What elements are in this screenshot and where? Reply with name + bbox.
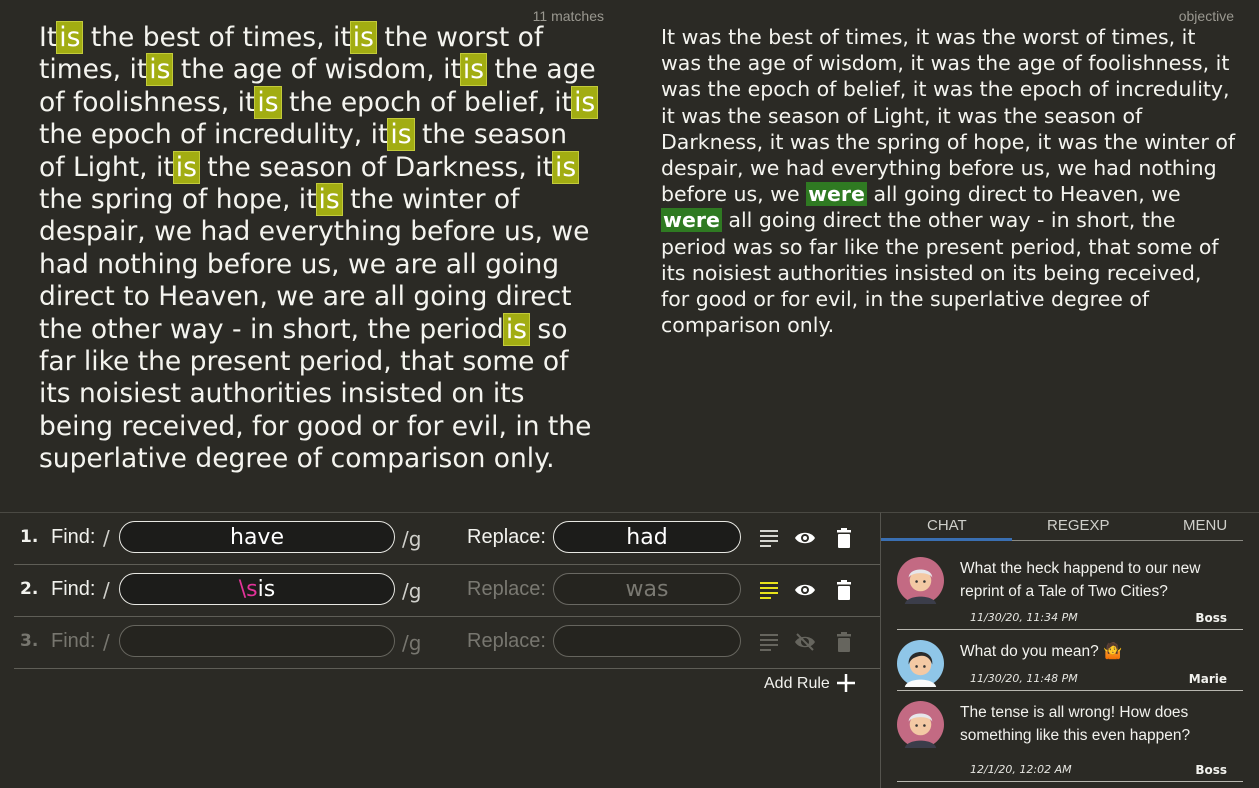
replace-input[interactable]: was [553, 573, 741, 605]
message-author: Marie [1188, 672, 1227, 686]
tab-chat[interactable]: CHAT [927, 517, 967, 534]
match-highlight: is [56, 21, 84, 54]
regex-open-slash: / [103, 630, 110, 654]
eye-icon[interactable] [794, 579, 816, 601]
rule-number: 3. [20, 631, 39, 651]
replace-label: Replace: [467, 526, 546, 548]
objective-label: objective [1178, 8, 1234, 24]
align-lines-icon[interactable] [758, 631, 780, 653]
match-highlight: is [551, 150, 580, 184]
objective-text-run: all going direct the other way - in shor… [661, 208, 1219, 338]
find-label: Find: [51, 630, 96, 652]
trash-icon[interactable] [833, 631, 855, 653]
message-author: Boss [1195, 763, 1227, 777]
objective-highlight: were [806, 182, 867, 207]
active-tab-indicator [881, 538, 1012, 541]
message-timestamp: 12/1/20, 12:02 AM [970, 763, 1072, 776]
rules-panel: 1. Find: / have /g Replace: had 2. Find:… [0, 512, 880, 788]
source-text-pane: 11 matches Itis the best of times, itis … [0, 0, 620, 510]
message-timestamp: 11/30/20, 11:48 PM [970, 672, 1078, 685]
regex-flag: /g [402, 631, 422, 655]
match-highlight: is [146, 53, 174, 87]
regex-open-slash: / [103, 578, 110, 602]
chat-message: The tense is all wrong! How does somethi… [897, 691, 1243, 782]
eye-off-icon[interactable] [794, 631, 816, 653]
match-highlight: is [349, 21, 377, 54]
rule-row-2: 2. Find: / \sis /g Replace: was [14, 565, 880, 617]
source-text: Itis the best of times, itis the worst o… [39, 21, 599, 476]
objective-highlight: were [661, 208, 722, 233]
chat-panel: CHAT REGEXP MENU What the heck happend t… [880, 512, 1259, 788]
trash-icon[interactable] [833, 527, 855, 549]
eye-icon[interactable] [794, 527, 816, 549]
objective-text-pane: objective It was the best of times, it w… [620, 0, 1259, 510]
match-text-run: the season of Darkness, it [198, 151, 553, 183]
match-text-run: It [39, 22, 58, 53]
find-input[interactable]: have [119, 521, 395, 553]
rule-row-1: 1. Find: / have /g Replace: had [14, 513, 880, 565]
rule-number: 1. [20, 527, 39, 547]
message-text: What do you mean? 🤷 [960, 643, 1123, 660]
rule-row-3: 3. Find: / /g Replace: [14, 617, 880, 669]
regex-flag: /g [402, 579, 422, 603]
find-label: Find: [51, 578, 96, 600]
message-text: What the heck happend to our new reprint… [960, 560, 1201, 600]
match-highlight: is [172, 150, 200, 184]
message-text: The tense is all wrong! How does somethi… [960, 704, 1191, 744]
tab-regexp[interactable]: REGEXP [1047, 517, 1110, 534]
replace-label: Replace: [467, 630, 546, 652]
match-highlight: is [571, 85, 599, 119]
trash-icon[interactable] [833, 579, 855, 601]
avatar [897, 640, 944, 687]
match-highlight: is [459, 53, 488, 87]
objective-text-run: all going direct to Heaven, we [866, 182, 1181, 207]
replace-label: Replace: [467, 578, 546, 600]
replace-input[interactable] [553, 625, 741, 657]
regex-open-slash: / [103, 526, 110, 550]
avatar [897, 557, 944, 604]
match-text-run: the age of wisdom, it [172, 54, 461, 86]
plus-icon[interactable] [836, 673, 856, 693]
match-text-run: the best of times, it [82, 22, 351, 53]
tab-menu[interactable]: MENU [1183, 517, 1227, 534]
find-label: Find: [51, 526, 96, 548]
match-highlight: is [254, 85, 282, 119]
align-lines-icon[interactable] [758, 579, 780, 601]
objective-text-run: It was the best of times, it was the wor… [661, 25, 1236, 207]
match-highlight: is [502, 312, 530, 346]
chat-message: What do you mean? 🤷 11/30/20, 11:48 PM M… [897, 630, 1243, 691]
regex-flag: /g [402, 527, 422, 551]
match-highlight: is [315, 183, 343, 217]
chat-message: What the heck happend to our new reprint… [897, 547, 1243, 630]
regex-literal-text: is [257, 577, 276, 602]
objective-text: It was the best of times, it was the wor… [661, 24, 1236, 338]
match-text-run: the epoch of belief, it [280, 86, 573, 118]
message-author: Boss [1195, 611, 1227, 625]
regex-whitespace-token: \s [238, 577, 258, 602]
replace-input[interactable]: had [553, 521, 741, 553]
add-rule-button[interactable]: Add Rule [764, 675, 830, 693]
find-input[interactable]: \sis [119, 573, 395, 605]
avatar [897, 701, 944, 748]
match-highlight: is [387, 118, 415, 152]
message-timestamp: 11/30/20, 11:34 PM [970, 611, 1078, 624]
align-lines-icon[interactable] [758, 527, 780, 549]
match-text-run: the spring of hope, it [39, 184, 317, 216]
match-text-run: the epoch of incredulity, it [39, 119, 389, 151]
find-input[interactable] [119, 625, 395, 657]
rule-number: 2. [20, 579, 39, 599]
